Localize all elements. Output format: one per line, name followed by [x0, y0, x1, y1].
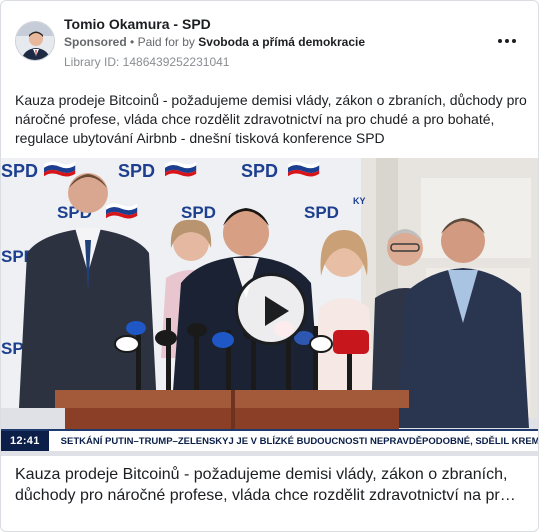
advertiser-avatar[interactable]	[15, 21, 55, 61]
video-caption[interactable]: Kauza prodeje Bitcoinů - požadujeme demi…	[15, 464, 520, 506]
advertiser-name[interactable]: Tomio Okamura - SPD	[64, 16, 211, 32]
more-horizontal-icon	[497, 39, 518, 43]
backdrop-logo-text: SPD	[1, 161, 38, 181]
backdrop-logo-text: SPD	[118, 161, 155, 181]
video-player[interactable]: SPD SPD SPD SPD SPD SPD SPD SPD KY 12:41…	[1, 158, 539, 456]
separator-dot: •	[130, 35, 135, 49]
more-options-button[interactable]	[495, 31, 519, 51]
paid-for-by-link[interactable]: Svoboda a přímá demokracie	[198, 35, 365, 49]
person-avatar-icon	[16, 22, 54, 60]
ticker-time: 12:41	[1, 431, 49, 451]
news-ticker: 12:41 SETKÁNÍ PUTIN–TRUMP–ZELENSKYJ JE V…	[1, 429, 539, 451]
ad-card: Tomio Okamura - SPD Sponsored • Paid for…	[0, 0, 539, 532]
sponsored-line: Sponsored • Paid for by Svoboda a přímá …	[64, 35, 365, 49]
caption-line-1: Kauza prodeje Bitcoinů - požadujeme demi…	[15, 466, 508, 483]
ticker-text: SETKÁNÍ PUTIN–TRUMP–ZELENSKYJ JE V BLÍZK…	[60, 435, 539, 447]
ad-body-text: Kauza prodeje Bitcoinů - požadujeme demi…	[15, 92, 527, 146]
play-icon	[265, 296, 289, 326]
sponsored-label: Sponsored	[64, 35, 127, 49]
backdrop-logo-text: SPD	[241, 161, 278, 181]
backdrop-logo-text: SPD	[304, 203, 339, 222]
caption-line-2: důchody pro náročné profese, vláda chce …	[15, 487, 516, 504]
library-id: Library ID: 1486439252231041	[64, 55, 230, 69]
play-button[interactable]	[235, 273, 307, 345]
backdrop-logo-text: SPD	[181, 203, 216, 222]
backdrop-small-text: KY	[353, 196, 366, 206]
paid-for-prefix: Paid for by	[137, 35, 195, 49]
